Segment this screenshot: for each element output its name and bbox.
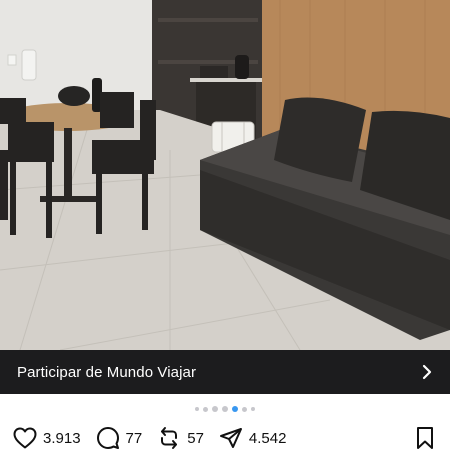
heart-icon xyxy=(13,427,37,449)
carousel-indicator xyxy=(0,405,450,413)
repost-count: 57 xyxy=(187,429,204,447)
post-card: Participar de Mundo Viajar 3.913 77 57 4… xyxy=(0,0,450,450)
carousel-dot xyxy=(195,407,199,411)
carousel-dot-active xyxy=(232,406,238,412)
join-channel-label: Participar de Mundo Viajar xyxy=(17,363,197,381)
chevron-right-icon xyxy=(420,363,434,381)
share-button[interactable]: 4.542 xyxy=(219,426,287,450)
carousel-dot xyxy=(203,406,208,412)
carousel-dot xyxy=(212,406,218,412)
carousel-dot xyxy=(251,407,255,411)
repost-button[interactable]: 57 xyxy=(157,426,204,450)
post-photo[interactable] xyxy=(0,0,450,350)
bookmark-icon[interactable] xyxy=(415,426,435,450)
like-button[interactable]: 3.913 xyxy=(13,427,81,449)
like-count: 3.913 xyxy=(43,429,81,447)
share-count: 4.542 xyxy=(248,429,287,447)
room-photo xyxy=(0,0,450,350)
comment-icon xyxy=(96,426,120,450)
join-channel-banner[interactable]: Participar de Mundo Viajar xyxy=(0,350,450,394)
carousel-dot xyxy=(222,406,228,412)
comment-button[interactable]: 77 xyxy=(96,426,143,450)
send-icon xyxy=(219,426,243,450)
post-action-bar: 3.913 77 57 4.542 xyxy=(0,424,450,450)
comment-count: 77 xyxy=(125,429,143,447)
repost-icon xyxy=(157,426,181,450)
carousel-dot xyxy=(242,406,247,412)
